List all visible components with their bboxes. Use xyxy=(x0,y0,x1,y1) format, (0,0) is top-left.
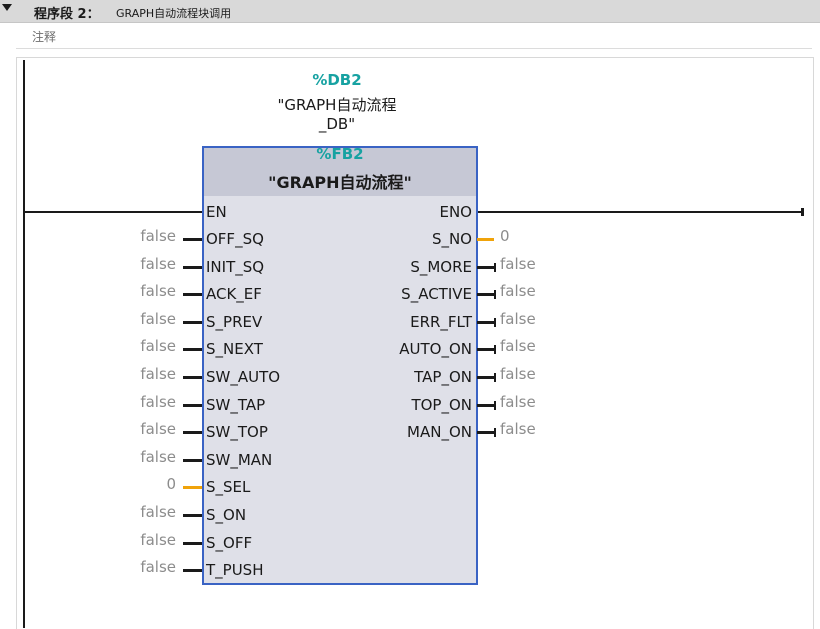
function-block-address: %FB2 xyxy=(316,145,364,163)
triangle-down-icon[interactable] xyxy=(2,4,12,11)
input-wire-s-prev xyxy=(183,320,202,324)
output-terminator-s-active xyxy=(494,290,496,300)
output-wire-top-on xyxy=(477,403,494,407)
output-pin-auto-on: AUTO_ON xyxy=(399,340,472,359)
input-pin-sw-man: SW_MAN xyxy=(206,450,273,469)
input-value-off-sq[interactable]: false xyxy=(0,227,176,245)
input-wire-sw-top xyxy=(183,431,202,435)
output-value-s-active[interactable]: false xyxy=(500,282,536,300)
output-terminator-tap-on xyxy=(494,373,496,382)
output-pin-tap-on: TAP_ON xyxy=(414,368,472,386)
input-value-s-prev[interactable]: false xyxy=(0,310,176,328)
input-wire-s-off xyxy=(183,541,202,545)
output-wire-s-active xyxy=(477,293,494,297)
input-value-sw-tap[interactable]: false xyxy=(0,393,176,411)
input-pin-t-push: T_PUSH xyxy=(206,561,264,580)
eno-pin-label: ENO xyxy=(439,203,472,221)
network-comment[interactable]: 注释 xyxy=(32,28,56,45)
output-value-s-no[interactable]: 0 xyxy=(500,227,510,245)
input-pin-s-off: S_OFF xyxy=(206,533,253,552)
input-value-ack-ef[interactable]: false xyxy=(0,282,176,300)
input-pin-s-on: S_ON xyxy=(206,506,247,524)
output-wire-err-flt xyxy=(477,320,494,324)
output-wire-tap-on xyxy=(477,376,494,379)
input-value-init-sq[interactable]: false xyxy=(0,255,176,273)
network-name[interactable]: GRAPH自动流程块调用 xyxy=(116,5,231,21)
output-wire-s-no xyxy=(477,238,494,241)
input-value-s-on[interactable]: false xyxy=(0,503,176,521)
output-pin-s-active: S_ACTIVE xyxy=(401,285,472,304)
output-value-err-flt[interactable]: false xyxy=(500,310,536,328)
input-wire-t-push xyxy=(183,569,202,573)
output-terminator-top-on xyxy=(494,400,496,410)
input-value-t-push[interactable]: false xyxy=(0,558,176,576)
output-value-auto-on[interactable]: false xyxy=(500,337,536,355)
output-pin-man-on: MAN_ON xyxy=(407,423,472,442)
input-wire-sw-tap xyxy=(183,403,202,407)
network-title: 程序段 2： xyxy=(34,7,100,22)
instance-db-name-line1[interactable]: "GRAPH自动流程 xyxy=(237,94,437,115)
rung-wire-right xyxy=(477,211,804,213)
output-value-s-more[interactable]: false xyxy=(500,255,536,273)
output-wire-s-more xyxy=(477,265,494,269)
input-value-s-off[interactable]: false xyxy=(0,531,176,549)
instance-db-name-line2[interactable]: _DB" xyxy=(237,115,437,133)
input-wire-off-sq xyxy=(183,238,202,241)
input-wire-s-on xyxy=(183,514,202,517)
output-pin-top-on: TOP_ON xyxy=(411,395,472,414)
output-terminator-s-more xyxy=(494,262,496,272)
input-value-sw-man[interactable]: false xyxy=(0,448,176,466)
function-block-title: "GRAPH自动流程" xyxy=(268,173,412,192)
input-value-s-sel[interactable]: 0 xyxy=(0,475,176,493)
input-wire-s-sel xyxy=(183,486,202,490)
rung-end-marker xyxy=(801,208,804,216)
comment-row[interactable] xyxy=(16,22,812,49)
rung-wire-left xyxy=(25,211,202,213)
input-value-s-next[interactable]: false xyxy=(0,337,176,355)
output-wire-auto-on xyxy=(477,348,494,352)
input-wire-ack-ef xyxy=(183,293,202,297)
output-value-man-on[interactable]: false xyxy=(500,420,536,438)
input-wire-sw-man xyxy=(183,458,202,462)
output-terminator-err-flt xyxy=(494,317,496,327)
input-wire-s-next xyxy=(183,348,202,352)
output-wire-man-on xyxy=(477,431,494,435)
input-value-sw-auto[interactable]: false xyxy=(0,365,176,383)
input-wire-sw-auto xyxy=(183,376,202,379)
output-pin-err-flt: ERR_FLT xyxy=(410,312,472,331)
output-value-tap-on[interactable]: false xyxy=(500,365,536,383)
output-terminator-auto-on xyxy=(494,345,496,355)
input-pin-s-sel: S_SEL xyxy=(206,478,251,497)
output-terminator-man-on xyxy=(494,428,496,438)
output-pin-s-no: S_NO xyxy=(431,230,472,248)
instance-db-address[interactable]: %DB2 xyxy=(237,71,437,89)
output-pin-s-more: S_MORE xyxy=(410,257,472,276)
input-wire-init-sq xyxy=(183,265,202,269)
output-value-top-on[interactable]: false xyxy=(500,393,536,411)
input-value-sw-top[interactable]: false xyxy=(0,420,176,438)
